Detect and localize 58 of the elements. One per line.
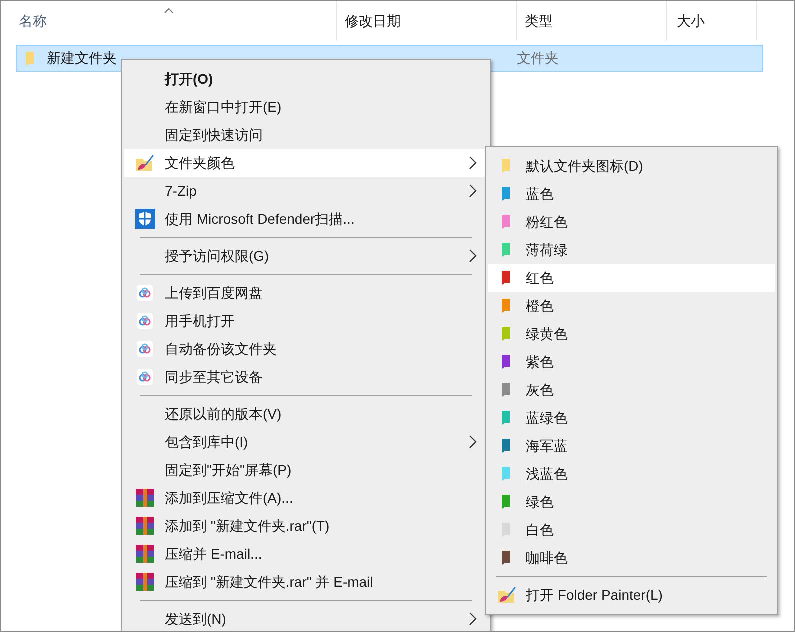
menu-item[interactable]: 固定到"开始"屏幕(P)	[124, 456, 488, 484]
menu-item[interactable]: 同步至其它设备	[124, 363, 488, 391]
menu-item[interactable]: 上传到百度网盘	[124, 279, 488, 307]
column-header[interactable]: 大小	[667, 1, 757, 41]
chevron-right-icon	[469, 156, 477, 170]
archive-icon	[134, 544, 154, 564]
chevron-right-icon	[469, 184, 477, 198]
column-header[interactable]: 名称	[1, 1, 337, 41]
cloud-icon	[136, 341, 152, 357]
menu-item[interactable]: 灰色	[488, 376, 775, 404]
menu-item[interactable]: 红色	[488, 264, 775, 292]
menu-item[interactable]: 蓝色	[488, 180, 775, 208]
menu-item[interactable]: 绿色	[488, 488, 775, 516]
menu-item[interactable]: 授予访问权限(G)	[124, 242, 488, 270]
cloud-icon	[136, 369, 152, 385]
menu-item[interactable]: 还原以前的版本(V)	[124, 400, 488, 428]
menu-item[interactable]: 包含到库中(I)	[124, 428, 488, 456]
sort-caret-icon	[164, 8, 174, 14]
folder-icon	[25, 50, 37, 66]
menu-item[interactable]: 打开 Folder Painter(L)	[488, 581, 775, 609]
archive-icon	[134, 488, 154, 508]
chevron-right-icon	[469, 435, 477, 449]
menu-item[interactable]: 压缩到 "新建文件夹.rar" 并 E-mail	[124, 568, 488, 596]
menu-item[interactable]: 橙色	[488, 292, 775, 320]
menu-item[interactable]: 默认文件夹图标(D)	[488, 152, 775, 180]
column-header[interactable]: 修改日期	[337, 1, 517, 41]
menu-item[interactable]: 浅蓝色	[488, 460, 775, 488]
menu-item[interactable]: 蓝绿色	[488, 404, 775, 432]
menu-item[interactable]: 添加到 "新建文件夹.rar"(T)	[124, 512, 488, 540]
archive-icon	[134, 516, 154, 536]
menu-item[interactable]: 7-Zip	[124, 177, 488, 205]
file-type: 文件夹	[517, 49, 560, 68]
menu-item[interactable]: 粉红色	[488, 208, 775, 236]
menu-item[interactable]: 紫色	[488, 348, 775, 376]
archive-icon	[134, 572, 154, 592]
cloud-icon	[136, 285, 152, 301]
menu-item[interactable]: 在新窗口中打开(E)	[124, 93, 488, 121]
menu-item[interactable]: 白色	[488, 516, 775, 544]
menu-item[interactable]: 使用 Microsoft Defender扫描...	[124, 205, 488, 233]
cloud-icon	[136, 313, 152, 329]
menu-item[interactable]: 添加到压缩文件(A)...	[124, 484, 488, 512]
menu-item[interactable]: 压缩并 E-mail...	[124, 540, 488, 568]
menu-item[interactable]: 自动备份该文件夹	[124, 335, 488, 363]
column-header[interactable]: 类型	[517, 1, 667, 41]
shield-icon	[134, 209, 154, 229]
menu-item[interactable]: 咖啡色	[488, 544, 775, 572]
menu-item[interactable]: 固定到快速访问	[124, 121, 488, 149]
paintbrush-icon	[497, 585, 517, 605]
chevron-right-icon	[469, 249, 477, 263]
file-name: 新建文件夹	[47, 49, 117, 68]
menu-item[interactable]: 海军蓝	[488, 432, 775, 460]
menu-item[interactable]: 用手机打开	[124, 307, 488, 335]
chevron-right-icon	[469, 612, 477, 626]
menu-item[interactable]: 发送到(N)	[124, 605, 488, 631]
menu-item[interactable]: 文件夹颜色	[124, 149, 488, 177]
menu-item[interactable]: 绿黄色	[488, 320, 775, 348]
paintbrush-icon	[134, 153, 154, 173]
menu-item[interactable]: 薄荷绿	[488, 236, 775, 264]
